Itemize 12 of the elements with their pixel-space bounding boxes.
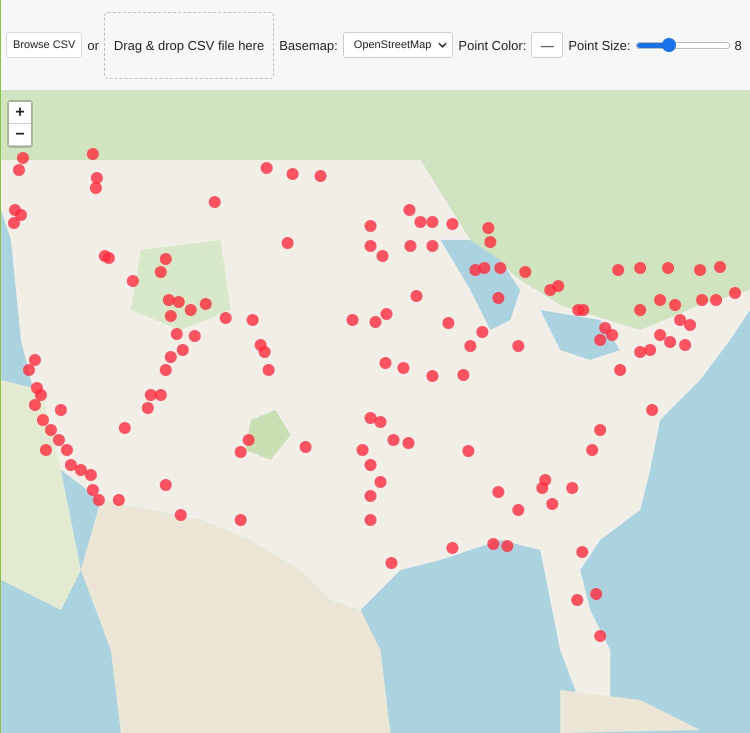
point-color-picker[interactable]: — [531, 32, 564, 58]
browse-csv-button[interactable]: Browse CSV [6, 32, 82, 58]
zoom-out-button[interactable]: − [9, 124, 31, 146]
basemap-label: Basemap: [279, 38, 338, 52]
point-color-label: Point Color: [458, 38, 526, 52]
point-size-label: Point Size: [568, 38, 630, 52]
zoom-in-button[interactable]: + [9, 102, 31, 124]
basemap-select[interactable]: OpenStreetMap [342, 32, 454, 58]
or-label: or [87, 38, 99, 52]
point-size-value: 8 [734, 38, 742, 52]
drop-zone[interactable]: Drag & drop CSV file here [104, 12, 274, 78]
caret-icon [438, 42, 448, 48]
